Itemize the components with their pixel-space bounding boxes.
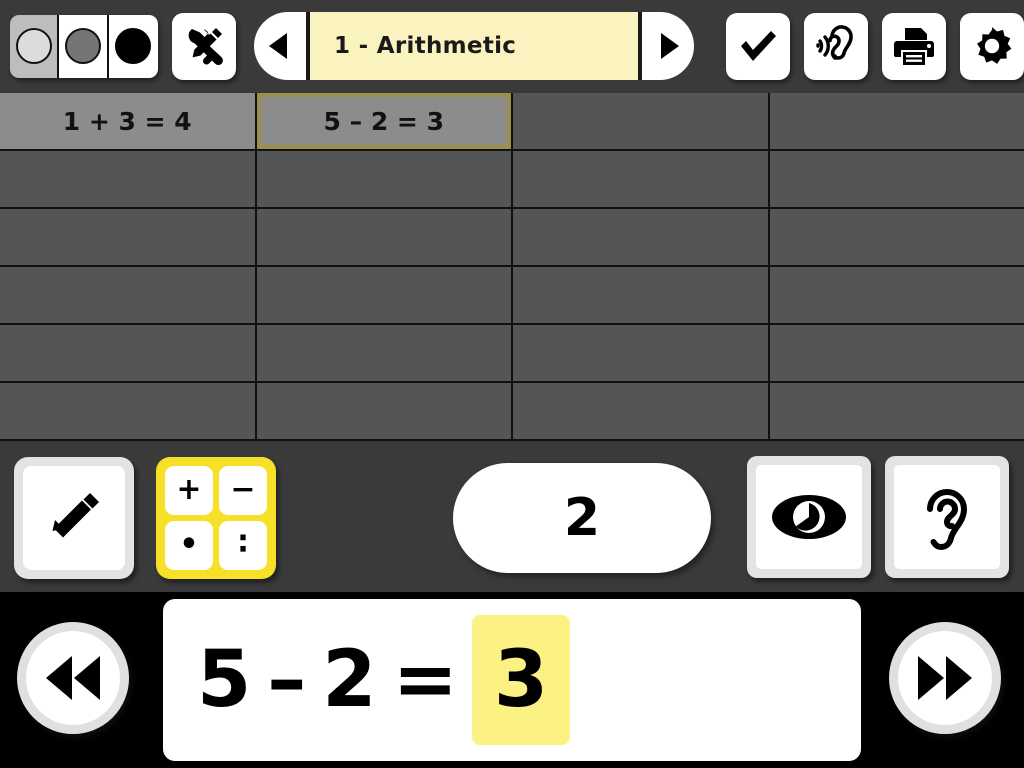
grid-cell[interactable] [769, 151, 1024, 207]
operator-divide[interactable]: ∶ [219, 520, 267, 570]
grid-cell[interactable] [513, 267, 768, 323]
grid-cell[interactable] [256, 267, 511, 323]
grid-cell[interactable] [513, 209, 768, 265]
grid-cell[interactable] [256, 151, 511, 207]
operator-pad: + − • ∶ [156, 456, 276, 579]
rewind-icon [46, 656, 100, 700]
grid-cell[interactable] [513, 93, 768, 149]
ear-sound-icon [816, 25, 853, 60]
operator-plus[interactable]: + [165, 465, 213, 515]
grid-cell[interactable] [769, 383, 1024, 439]
equation-editor[interactable]: 5 – 2 = 3 [163, 599, 861, 761]
top-actions [712, 12, 1024, 80]
show-button[interactable] [747, 456, 871, 578]
contrast-mode-group [10, 14, 158, 78]
operator-multiply[interactable]: • [165, 520, 213, 570]
pencil-icon [52, 492, 99, 537]
grid-cell[interactable] [513, 325, 768, 381]
listen-button[interactable] [804, 12, 868, 80]
top-toolbar: 1 - Arithmetic [0, 0, 1024, 92]
tools-button[interactable] [172, 12, 236, 80]
grid-cell[interactable] [256, 209, 511, 265]
settings-button[interactable] [960, 12, 1024, 80]
speak-button-face [894, 465, 1000, 569]
grid-cell[interactable] [769, 267, 1024, 323]
grid-cell[interactable] [0, 151, 255, 207]
printer-icon [894, 28, 934, 65]
grid-cell[interactable]: 1 + 3 = 4 [0, 93, 255, 149]
grid-cell[interactable] [0, 325, 255, 381]
counter-display[interactable]: 2 [453, 463, 711, 573]
circle-black-icon [115, 28, 152, 64]
lesson-title[interactable]: 1 - Arithmetic [306, 12, 642, 80]
grid-cell[interactable] [256, 325, 511, 381]
previous-button[interactable] [17, 622, 129, 734]
gear-icon [977, 27, 1012, 64]
triangle-right-icon [661, 33, 679, 59]
contrast-dark-button[interactable] [108, 14, 158, 78]
lesson-next-button[interactable] [642, 12, 694, 80]
show-button-face [756, 465, 862, 569]
speak-button[interactable] [885, 456, 1009, 578]
contrast-light-button[interactable] [10, 14, 60, 78]
grid-cell[interactable]: 5 – 2 = 3 [256, 93, 511, 149]
equation-equals-sign: = [392, 635, 458, 725]
check-icon [741, 31, 776, 61]
grid-cell[interactable] [769, 209, 1024, 265]
draw-button-face [23, 465, 125, 570]
draw-button[interactable] [14, 456, 134, 579]
lesson-prev-button[interactable] [254, 12, 306, 80]
problem-grid: 1 + 3 = 45 – 2 = 3 [0, 93, 1024, 441]
circle-gray-icon [65, 28, 102, 64]
app-root: 1 - Arithmetic 1 + 3 = 4 5 – 2 = 3 + − •… [0, 0, 1024, 768]
check-button[interactable] [726, 12, 790, 80]
fast-forward-icon [918, 656, 972, 700]
triangle-left-icon [269, 33, 287, 59]
equation-answer-field[interactable]: 3 [471, 615, 571, 745]
grid-cell[interactable] [0, 209, 255, 265]
grid-cell[interactable] [0, 383, 255, 439]
grid-cell[interactable] [769, 93, 1024, 149]
grid-cell[interactable] [513, 383, 768, 439]
wrench-pencil-icon [188, 28, 223, 66]
equation-operator: – [267, 635, 307, 725]
lesson-selector: 1 - Arithmetic [254, 12, 694, 80]
circle-light-icon [15, 28, 52, 64]
contrast-medium-button[interactable] [59, 14, 109, 78]
operator-minus[interactable]: − [219, 465, 267, 515]
grid-cell[interactable] [513, 151, 768, 207]
equation-operand-b: 2 [322, 635, 377, 725]
grid-cell[interactable] [769, 325, 1024, 381]
equation-operand-a: 5 [197, 635, 252, 725]
grid-cell[interactable] [256, 383, 511, 439]
grid-cell[interactable] [0, 267, 255, 323]
ear-icon [927, 489, 967, 550]
eye-icon [772, 495, 846, 539]
print-button[interactable] [882, 12, 946, 80]
next-button[interactable] [889, 622, 1001, 734]
